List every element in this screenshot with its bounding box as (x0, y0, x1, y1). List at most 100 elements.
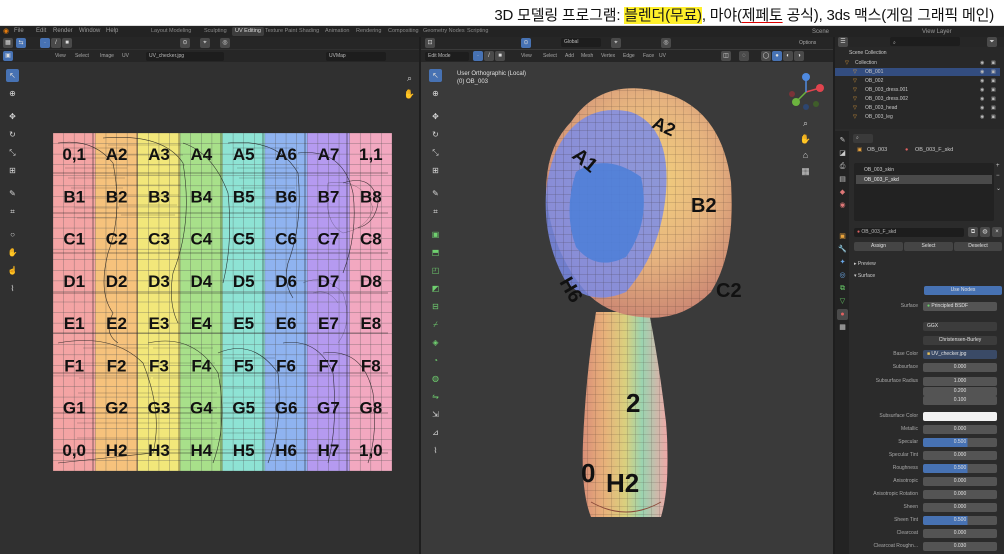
filter-icon[interactable]: ⏷ (987, 37, 997, 47)
xray-icon[interactable]: ◫ (721, 51, 731, 61)
constraints-tab-icon[interactable]: ⧉ (837, 283, 848, 294)
face-select-icon[interactable]: ■ (495, 51, 505, 61)
subsurface-method-dropdown[interactable]: Christensen-Burley (923, 336, 997, 345)
object-icon[interactable]: ▣ (837, 231, 848, 242)
output-tab-icon[interactable]: ⎙ (837, 161, 848, 172)
property-value-field[interactable]: 0.100 (923, 396, 997, 405)
tab-sculpting[interactable]: Sculpting (201, 27, 230, 36)
shear-icon[interactable]: ⊿ (429, 426, 442, 439)
eye-icon[interactable]: ◉ (980, 96, 984, 102)
uv-menu-select[interactable]: Select (75, 53, 89, 59)
material-shading-icon[interactable]: ◐ (783, 51, 793, 61)
property-value-field[interactable]: 0.000 (923, 529, 997, 538)
world-icon[interactable]: ◉ (837, 200, 848, 211)
smooth-icon[interactable]: ◍ (429, 372, 442, 385)
hand-icon[interactable]: ✋ (799, 133, 812, 146)
add-cube-icon[interactable]: ▣ (429, 228, 442, 241)
scene-icon[interactable]: ◆ (837, 187, 848, 198)
property-value-field[interactable]: 0.000 (923, 363, 997, 372)
uv-checker-image[interactable]: 0,1 A2 A3 A4 A5 A6 A7 1,1 B1 B2 B3 B4 B5 B6 B7 B8 C1 C2 C3… (53, 133, 392, 471)
face-select-icon[interactable]: ■ (62, 38, 72, 48)
edge-select-icon[interactable]: / (484, 51, 494, 61)
rotate-icon[interactable]: ↻ (429, 128, 442, 141)
outliner[interactable]: ☰ ⌕ ⏷ Scene Collection ▽ Collection ◉ ▣ ▽ OB_… (835, 37, 1004, 129)
tab-animation[interactable]: Animation (322, 27, 352, 36)
overlay-icon[interactable]: ◌ (739, 51, 749, 61)
modifier-icon[interactable]: 🔧 (837, 244, 848, 255)
camera-icon[interactable]: ▣ (991, 60, 996, 66)
measure-icon[interactable]: ⌗ (6, 205, 19, 218)
wireframe-shading-icon[interactable]: ◯ (761, 51, 771, 61)
move-icon[interactable]: ✥ (429, 110, 442, 123)
measure-icon[interactable]: ⌗ (429, 205, 442, 218)
property-value-field[interactable]: 0.500 (923, 464, 997, 473)
view-layer-tab-icon[interactable]: ▤ (837, 174, 848, 185)
zoom-icon[interactable]: ⌕ (799, 117, 812, 130)
proportional-edit-icon[interactable]: ◎ (220, 38, 230, 48)
viewport-menu-select[interactable]: Select (543, 53, 557, 59)
grid-icon[interactable]: ▦ (799, 165, 812, 178)
vertex-select-icon[interactable]: · (40, 38, 50, 48)
extrude-icon[interactable]: ⬒ (429, 246, 442, 259)
tab-geometry-nodes[interactable]: Geometry Nodes (420, 27, 468, 36)
outliner-item[interactable]: ▽ OB_001 ◉ ▣ (835, 68, 1000, 76)
uv-menu-uv[interactable]: UV (122, 53, 129, 59)
eye-icon[interactable]: ◉ (980, 114, 984, 120)
relax-icon[interactable]: ✋ (6, 246, 19, 259)
property-value-field[interactable]: 0.500 (923, 516, 997, 525)
rendered-shading-icon[interactable]: ◑ (794, 51, 804, 61)
property-value-field[interactable]: 0.000 (923, 503, 997, 512)
material-name-field[interactable]: ● OB_003_F_skd (854, 228, 964, 237)
pivot-icon[interactable]: ⊙ (180, 38, 190, 48)
menu-edit[interactable]: Edit (36, 28, 46, 34)
material-slot-2[interactable]: OB_003_F_skd (856, 175, 992, 184)
property-value-field[interactable]: 0.000 (923, 477, 997, 486)
zoom-icon[interactable]: ⌕ (403, 72, 416, 85)
shrink-icon[interactable]: ⇲ (429, 408, 442, 421)
material-slot-list[interactable]: OB_003_skin OB_003_F_skd (854, 163, 994, 221)
physics-tab-icon[interactable]: ◎ (837, 270, 848, 281)
tab-compositing[interactable]: Compositing (385, 27, 422, 36)
scale-icon[interactable]: ⤡ (6, 146, 19, 159)
edge-select-icon[interactable]: / (51, 38, 61, 48)
hand-icon[interactable]: ✋ (403, 88, 416, 101)
edge-slide-icon[interactable]: ⇋ (429, 390, 442, 403)
menu-help[interactable]: Help (106, 28, 118, 34)
surface-shader-field[interactable]: ● Principled BSDF (923, 302, 997, 311)
preview-section[interactable]: ▸ Preview (854, 261, 876, 267)
eye-icon[interactable]: ◉ (980, 60, 984, 66)
use-nodes-button[interactable]: Use Nodes (924, 286, 1002, 295)
proportional-edit-icon[interactable]: ◎ (661, 38, 671, 48)
render-tab-icon[interactable]: ◪ (837, 148, 848, 159)
transform-icon[interactable]: ⊞ (429, 164, 442, 177)
image-name-field[interactable]: UV_checker.jpg (146, 52, 224, 61)
properties-search[interactable]: ⌕ (853, 134, 873, 143)
camera-icon[interactable]: ▣ (991, 87, 996, 93)
viewport-menu-mesh[interactable]: Mesh (581, 53, 593, 59)
viewport-menu-face[interactable]: Face (643, 53, 654, 59)
outliner-item[interactable]: ▽ OB_002 ◉ ▣ (835, 77, 1000, 85)
rip-region-icon[interactable]: ⌇ (429, 444, 442, 457)
camera-icon[interactable]: ▣ (991, 105, 996, 111)
cursor-icon[interactable]: ⊕ (429, 87, 442, 100)
uv-editor-mode-icon[interactable]: ▣ (3, 51, 13, 61)
property-value-field[interactable]: 0.000 (923, 490, 997, 499)
duplicate-material-icon[interactable]: ⧉ (968, 227, 978, 237)
property-value-field[interactable]: 0.000 (923, 451, 997, 460)
property-value-field[interactable]: 0.030 (923, 542, 997, 551)
fake-user-icon[interactable]: ◍ (980, 227, 990, 237)
material-slot-1[interactable]: OB_003_skin (856, 165, 992, 174)
viewport-menu-edge[interactable]: Edge (623, 53, 635, 59)
menu-file[interactable]: File (14, 28, 24, 34)
particles-tab-icon[interactable]: ✦ (837, 257, 848, 268)
editor-type-icon[interactable]: ▦ (3, 38, 13, 48)
snap-icon[interactable]: ⌖ (611, 38, 621, 48)
camera-icon[interactable]: ▣ (991, 69, 996, 75)
annotate-icon[interactable]: ✎ (429, 187, 442, 200)
select-box-icon[interactable]: ↖ (6, 69, 19, 82)
options-dropdown[interactable]: Options (799, 40, 816, 46)
menu-render[interactable]: Render (53, 28, 73, 34)
uv-menu-image[interactable]: Image (100, 53, 114, 59)
uv-map-field[interactable]: UVMap (326, 52, 386, 61)
snap-icon[interactable]: ⌖ (200, 38, 210, 48)
